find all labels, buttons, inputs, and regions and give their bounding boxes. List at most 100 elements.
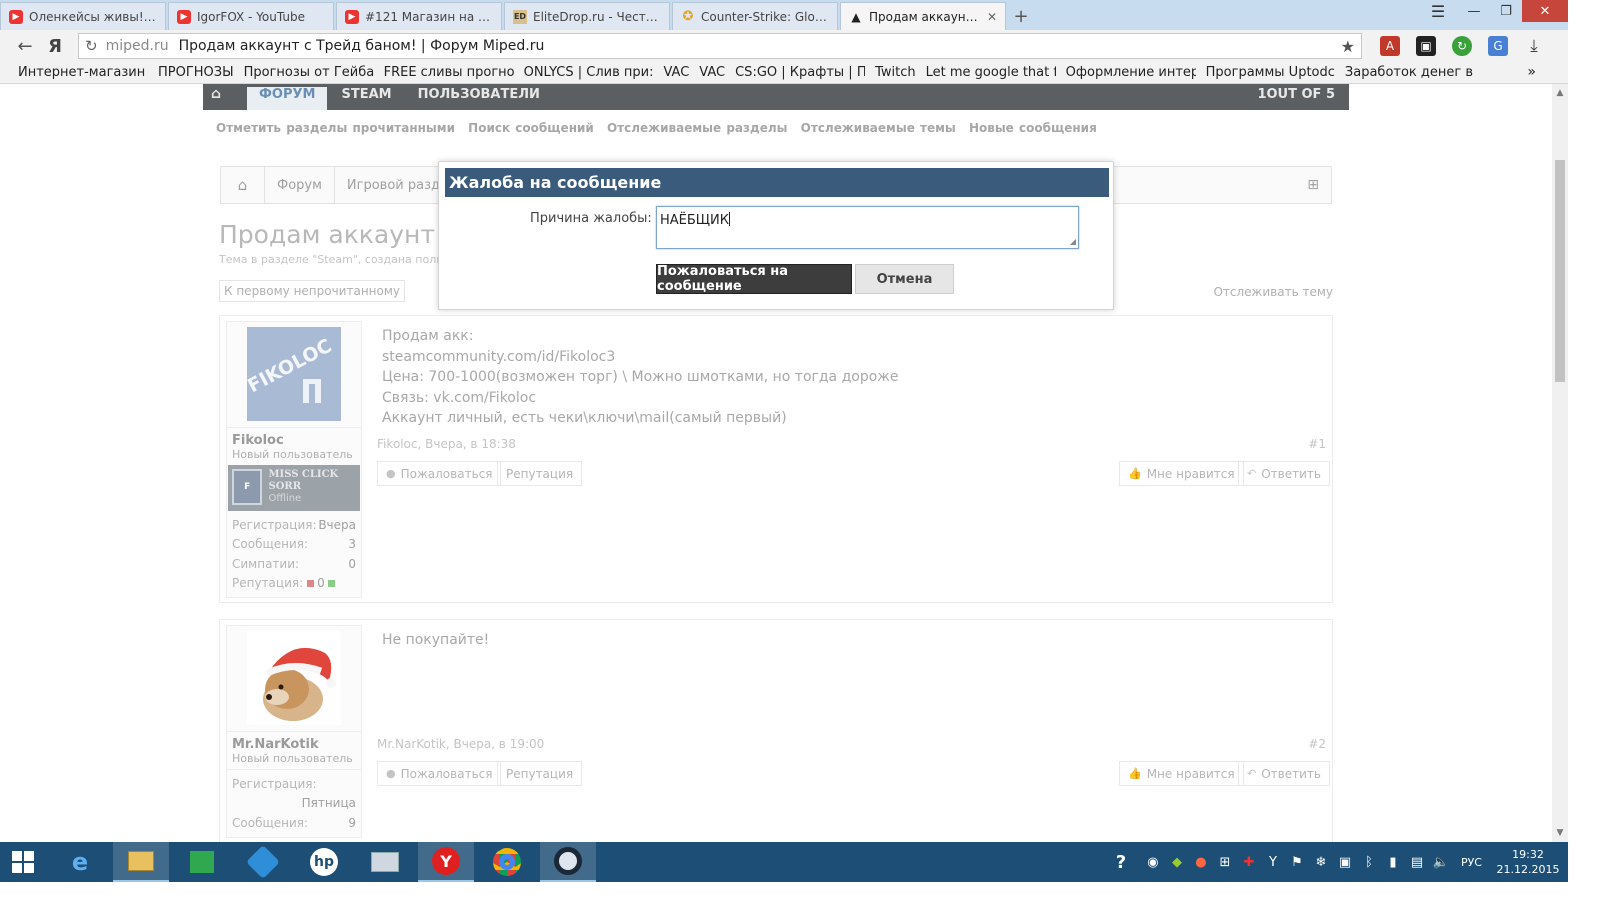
close-window-button[interactable]: ✕	[1522, 0, 1568, 22]
bookmark-star-icon[interactable]: ★	[1341, 37, 1355, 56]
network-icon[interactable]: ▤	[1405, 855, 1429, 870]
start-button[interactable]	[0, 842, 46, 882]
scroll-down-arrow[interactable]: ▼	[1552, 828, 1568, 838]
chrome-icon[interactable]	[479, 842, 535, 882]
username[interactable]: Mr.NarKotik	[227, 731, 361, 752]
bluetooth-icon[interactable]: ᛒ	[1357, 855, 1381, 870]
browser-tab[interactable]: ✪ Counter-Strike: Global	[672, 2, 838, 30]
help-icon[interactable]: ?	[1109, 852, 1133, 873]
internet-explorer-icon[interactable]: e	[52, 842, 108, 882]
like-button[interactable]: 👍 Мне нравится	[1119, 461, 1244, 486]
post-number[interactable]: #2	[1308, 737, 1326, 751]
bookmark[interactable]: Интернет-магазин (	[18, 65, 148, 80]
bookmark[interactable]: Let me google that f	[926, 65, 1056, 80]
submit-report-button[interactable]: Пожаловаться на сообщение	[656, 264, 852, 294]
browser-tab-active[interactable]: ▲ Продам аккаунт с Тре ✕	[840, 2, 1006, 30]
new-tab-button[interactable]: +	[1008, 2, 1034, 30]
breadcrumb-item[interactable]: Форум	[265, 167, 335, 203]
bookmark[interactable]: Twitch	[875, 65, 916, 80]
watched-threads-link[interactable]: Отслеживаемые темы	[801, 121, 956, 135]
tray-app-icon[interactable]: ●	[1189, 855, 1213, 870]
browser-tab[interactable]: ED EliteDrop.ru - Честная	[504, 2, 670, 30]
volume-icon[interactable]: 🔈	[1429, 855, 1453, 870]
steam-icon[interactable]	[540, 842, 596, 882]
post-meta[interactable]: Mr.NarKotik, Вчера, в 19:00	[377, 737, 544, 751]
report-button[interactable]: ● Пожаловаться	[377, 461, 502, 486]
bookmark[interactable]: CS:GO | Крафты | Пр	[735, 65, 865, 80]
windows-tray-icon[interactable]: ⊞	[1213, 855, 1237, 870]
reason-textarea[interactable]: НАЁБЩИК ◢	[656, 206, 1079, 249]
hp-icon[interactable]: hp	[296, 842, 352, 882]
bookmark[interactable]: Оформление интер	[1066, 65, 1196, 80]
reputation-minus-icon[interactable]	[307, 579, 315, 587]
bookmark[interactable]: VAC	[663, 65, 689, 80]
yandex-icon[interactable]: Я	[40, 31, 70, 61]
reply-button[interactable]: ↶ Ответить	[1238, 461, 1330, 486]
tray-app-icon[interactable]: ◆	[1165, 855, 1189, 870]
scrollbar-thumb[interactable]	[1555, 160, 1565, 382]
yandex-browser-icon[interactable]: Y	[418, 842, 474, 882]
scroll-up-arrow[interactable]: ▲	[1552, 88, 1568, 98]
bookmark[interactable]: ПРОГНОЗЫ	[158, 65, 234, 80]
bookmark[interactable]: VAC	[699, 65, 725, 80]
back-button[interactable]: ←	[10, 31, 40, 61]
nav-forum[interactable]: ФОРУМ	[247, 87, 328, 110]
username[interactable]: Fikoloc	[227, 427, 361, 448]
like-button[interactable]: 👍 Мне нравится	[1119, 761, 1244, 786]
file-explorer-icon[interactable]	[113, 842, 169, 882]
avatar[interactable]: FIKOLOC	[247, 327, 341, 421]
download-icon[interactable]: ⤓	[1524, 36, 1544, 56]
search-posts-link[interactable]: Поиск сообщений	[468, 121, 594, 135]
close-tab-icon[interactable]: ✕	[987, 10, 997, 24]
rocket-app-icon[interactable]	[235, 842, 291, 882]
bookmark[interactable]: Программы Uptodc	[1206, 65, 1335, 80]
resize-grip-icon[interactable]: ◢	[1070, 237, 1076, 246]
language-indicator[interactable]: РУС	[1461, 856, 1482, 869]
tray-app-icon[interactable]: ▣	[1333, 855, 1357, 870]
home-breadcrumb-icon[interactable]: ⌂	[221, 167, 265, 203]
nav-steam[interactable]: STEAM	[341, 87, 391, 110]
action-center-icon[interactable]: ⚑	[1285, 855, 1309, 870]
browser-tab[interactable]: ▶ #121 Магазин на про	[336, 2, 502, 30]
watched-forums-link[interactable]: Отслеживаемые разделы	[607, 121, 787, 135]
sitemap-icon[interactable]: ⊞	[1307, 177, 1319, 193]
snowflake-icon[interactable]: ❄	[1309, 855, 1333, 870]
nav-user-menu[interactable]: 1OUT OF 5	[1257, 87, 1335, 110]
bookmark[interactable]: Прогнозы от Гейба	[244, 65, 374, 80]
reputation-button[interactable]: Репутация	[497, 761, 583, 786]
menu-icon[interactable]: ☰	[1418, 0, 1458, 22]
reload-icon[interactable]: ↻	[85, 37, 98, 55]
reputation-plus-icon[interactable]	[327, 579, 335, 587]
new-posts-link[interactable]: Новые сообщения	[969, 121, 1097, 135]
first-unread-button[interactable]: К первому непрочитанному	[219, 280, 406, 302]
bookmark[interactable]: Заработок денег в :	[1345, 65, 1475, 80]
steam-status-banner[interactable]: F MISS CLICK SORR Offline	[228, 465, 360, 511]
bookmark[interactable]: FREE сливы прогно:	[384, 65, 514, 80]
mark-read-link[interactable]: Отметить разделы прочитанными	[216, 121, 455, 135]
avatar[interactable]	[247, 631, 341, 725]
translate-extension-icon[interactable]: G	[1488, 36, 1508, 56]
steam-profile-link[interactable]: steamcommunity.com/id/Fikoloc3	[382, 347, 899, 368]
post-number[interactable]: #1	[1308, 437, 1326, 451]
nav-users[interactable]: ПОЛЬЗОВАТЕЛИ	[418, 87, 540, 110]
bookmark[interactable]: ONLYCS | Слив при:	[524, 65, 654, 80]
windows-store-icon[interactable]	[174, 842, 230, 882]
task-manager-icon[interactable]	[357, 842, 413, 882]
minimize-button[interactable]: —	[1458, 0, 1490, 22]
watch-thread-link[interactable]: Отслеживать тему	[1213, 285, 1333, 299]
browser-tab[interactable]: ▶ IgorFOX - YouTube	[168, 2, 334, 30]
reputation-button[interactable]: Репутация	[497, 461, 583, 486]
post-meta[interactable]: Fikoloc, Вчера, в 18:38	[377, 437, 516, 451]
browser-tab[interactable]: ▶ Оленкейсы живы! [#	[0, 2, 166, 30]
steam-tray-icon[interactable]: ◉	[1141, 855, 1165, 870]
cancel-button[interactable]: Отмена	[855, 264, 954, 294]
reply-button[interactable]: ↶ Ответить	[1238, 761, 1330, 786]
report-button[interactable]: ● Пожаловаться	[377, 761, 502, 786]
clock[interactable]: 19:32 21.12.2015	[1488, 847, 1568, 877]
power-icon[interactable]: ▮	[1381, 855, 1405, 870]
url-field[interactable]: ↻ miped.ru Продам аккаунт с Трейд баном!…	[78, 33, 1362, 59]
refresh-extension-icon[interactable]: ↻	[1452, 36, 1472, 56]
page-scrollbar[interactable]: ▲ ▼	[1552, 84, 1568, 842]
restore-button[interactable]: ❐	[1490, 0, 1522, 22]
yandex-tray-icon[interactable]: Y	[1261, 855, 1285, 870]
